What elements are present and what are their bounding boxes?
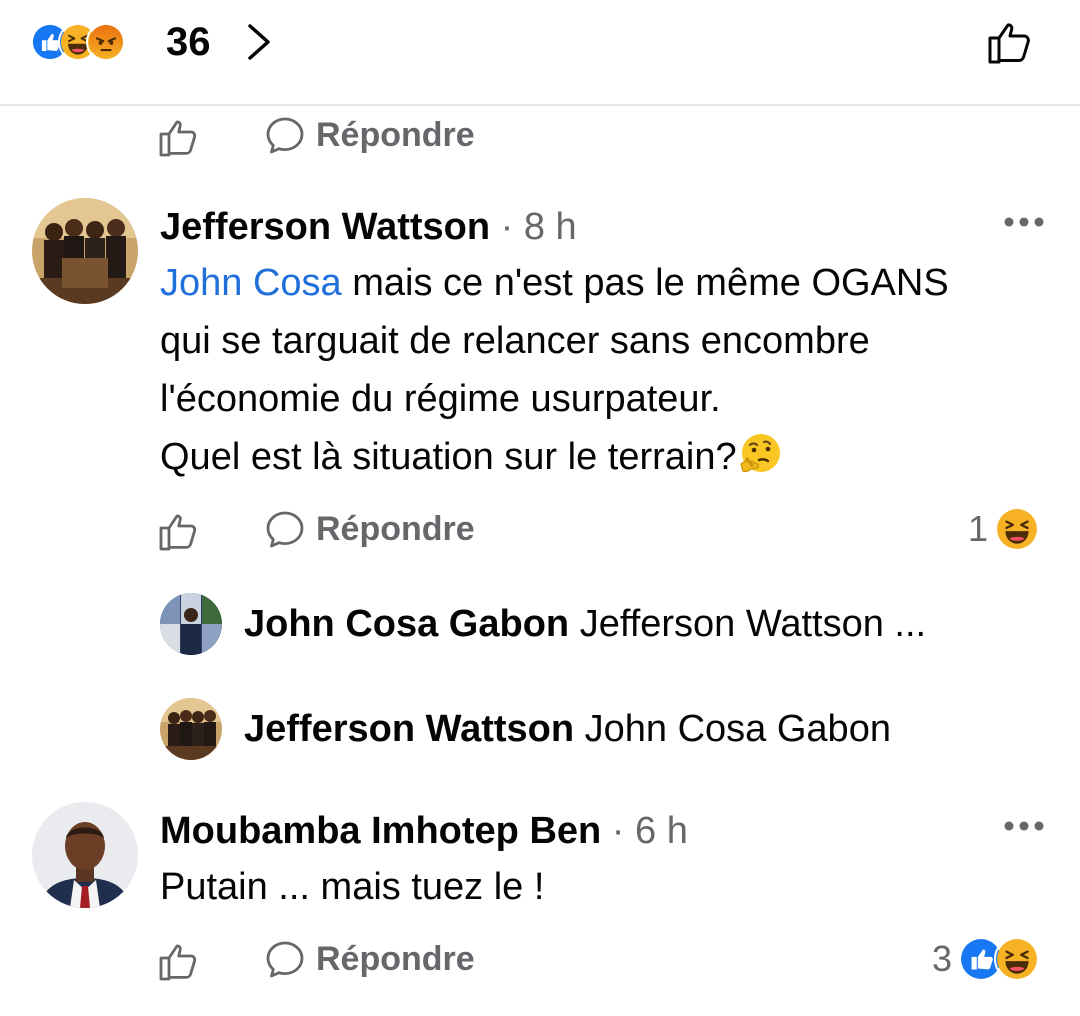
haha-reaction-icon (994, 506, 1040, 552)
reply-button[interactable]: Répondre (264, 508, 475, 550)
comment-author[interactable]: Jefferson Wattson (160, 206, 490, 248)
reply-button[interactable]: Répondre (264, 938, 475, 980)
speech-bubble-icon (264, 508, 306, 550)
comment-line: l'économie du régime usurpateur. (160, 370, 1060, 428)
avatar[interactable] (32, 802, 138, 908)
like-outline-icon[interactable] (158, 510, 204, 552)
speech-bubble-icon (264, 938, 306, 980)
avatar[interactable] (32, 198, 138, 304)
reply-label: Répondre (316, 508, 475, 550)
speech-bubble-icon (264, 114, 306, 156)
reply-author[interactable]: Jefferson Wattson (244, 708, 574, 750)
separator: · (601, 810, 635, 852)
reactions-count[interactable]: 36 (166, 18, 211, 66)
reply-text: John Cosa Gabon Jefferson Wattson ... (244, 601, 926, 647)
haha-reaction-icon (994, 936, 1040, 982)
comment-actions: Répondre 1 (158, 504, 1058, 554)
more-options-icon[interactable] (1002, 818, 1046, 834)
comment-line: mais ce n'est pas le même OGANS (342, 262, 949, 304)
reply-preview-text: John Cosa Gabon (574, 708, 891, 750)
comment-author[interactable]: Moubamba Imhotep Ben (160, 810, 601, 852)
reactions-summary-bar[interactable]: 36 (0, 0, 1080, 106)
reply-label: Répondre (316, 114, 475, 156)
comment-text: John Cosa mais ce n'est pas le même OGAN… (160, 254, 1060, 486)
more-options-icon[interactable] (1002, 214, 1046, 230)
comment-text: Putain ... mais tuez le ! (160, 858, 1060, 916)
comment-line: Quel est là situation sur le terrain? (160, 436, 737, 478)
reply-preview[interactable]: John Cosa Gabon Jefferson Wattson ... (160, 592, 926, 656)
chevron-right-icon[interactable] (244, 22, 276, 62)
comment-timestamp[interactable]: 8 h (524, 206, 577, 248)
like-outline-icon[interactable] (984, 14, 1040, 70)
reply-label: Répondre (316, 938, 475, 980)
thinking-face-icon (737, 431, 783, 477)
mention-link[interactable]: John Cosa (160, 262, 342, 304)
avatar[interactable] (160, 593, 222, 655)
reply-text: Jefferson Wattson John Cosa Gabon (244, 706, 891, 752)
comment-reactions[interactable]: 1 (968, 506, 1040, 552)
reaction-count: 3 (932, 936, 952, 982)
comment-timestamp[interactable]: 6 h (635, 810, 688, 852)
reply-preview-text: Jefferson Wattson ... (569, 603, 926, 645)
comment-actions: Répondre 3 (158, 934, 1058, 984)
reply-preview[interactable]: Jefferson Wattson John Cosa Gabon (160, 697, 891, 761)
comments-screen: 36 Répondre Jefferson Wattson · 8 h John… (0, 0, 1080, 1016)
reply-author[interactable]: John Cosa Gabon (244, 603, 569, 645)
angry-reaction-icon (86, 22, 126, 62)
reaction-icons-stack[interactable] (30, 20, 126, 64)
separator: · (490, 206, 524, 248)
comment-actions: Répondre (158, 110, 1058, 160)
comment-line: qui se targuait de relancer sans encombr… (160, 312, 1060, 370)
comment-header: Moubamba Imhotep Ben · 6 h (160, 808, 688, 854)
comment-header: Jefferson Wattson · 8 h (160, 204, 577, 250)
comment-line: Putain ... mais tuez le ! (160, 858, 1060, 916)
reaction-count: 1 (968, 506, 988, 552)
like-outline-icon[interactable] (158, 940, 204, 982)
reply-button[interactable]: Répondre (264, 114, 475, 156)
comment-reactions[interactable]: 3 (932, 936, 1040, 982)
like-outline-icon[interactable] (158, 116, 204, 158)
avatar[interactable] (160, 698, 222, 760)
